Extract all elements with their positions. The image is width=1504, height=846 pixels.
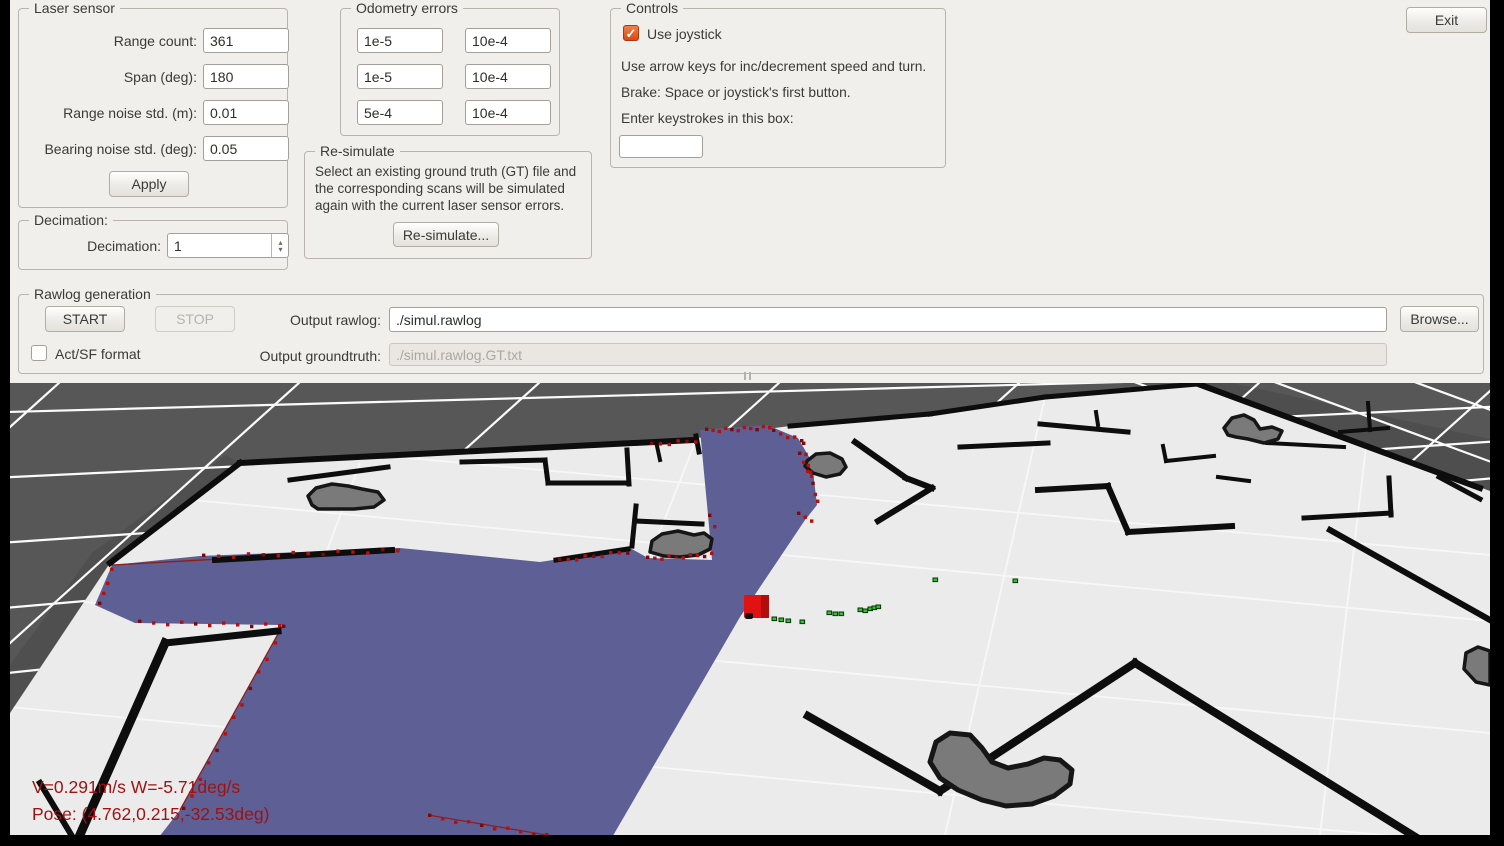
output-groundtruth-label: Output groundtruth: [219,348,381,364]
resimulate-group: Re-simulate Select an existing ground tr… [304,151,592,259]
controls-instruction-2: Brake: Space or joystick's first button. [621,85,851,100]
span-label: Span (deg): [23,69,197,85]
controls-title: Controls [621,0,683,17]
decimation-group: Decimation: Decimation: ▴ ▾ [18,220,288,270]
browse-button[interactable]: Browse... [1400,306,1479,332]
odometry-error-field-1[interactable] [357,28,443,53]
use-joystick-checkbox[interactable]: ✓ [623,25,639,41]
hud-velocity-text: V=0.291m/s W=-5.71deg/s [32,777,240,797]
apply-button[interactable]: Apply [109,171,189,197]
hud-pose-text: Pose: (4.762,0.215,-32.53deg) [32,804,269,824]
controls-instruction-1: Use arrow keys for inc/decrement speed a… [621,59,926,74]
spinner-down-icon[interactable]: ▾ [278,246,282,253]
laser-sensor-group: Laser sensor Range count: Span (deg): Ra… [18,8,288,208]
controls-instruction-3: Enter keystrokes in this box: [621,111,794,126]
bearing-noise-label: Bearing noise std. (deg): [23,141,197,157]
exit-button[interactable]: Exit [1406,7,1487,33]
obstacle-blob [650,531,712,557]
span-field[interactable] [203,64,289,89]
odometry-errors-title: Odometry errors [351,0,463,17]
odometry-error-field-2[interactable] [465,28,551,53]
odometry-error-field-6[interactable] [465,100,551,125]
odometry-error-field-3[interactable] [357,64,443,89]
actsf-format-label[interactable]: Act/SF format [55,346,141,362]
resimulate-button[interactable]: Re-simulate... [393,222,499,247]
simulation-3d-view[interactable]: V=0.291m/s W=-5.71deg/s Pose: (4.762,0.2… [10,383,1490,835]
output-groundtruth-field [389,343,1387,366]
rawlog-generation-group: Rawlog generation START STOP Output rawl… [18,294,1484,374]
odometry-errors-group: Odometry errors [340,8,560,136]
controls-group: Controls ✓ Use joystick Use arrow keys f… [610,8,946,168]
range-noise-label: Range noise std. (m): [23,105,197,121]
robot-wheel [745,613,753,619]
output-rawlog-field[interactable] [389,307,1387,332]
use-joystick-label[interactable]: Use joystick [647,26,722,42]
decimation-title: Decimation: [29,212,113,229]
check-icon: ✓ [626,26,637,41]
bearing-noise-field[interactable] [203,136,289,161]
range-noise-field[interactable] [203,100,289,125]
odometry-error-field-5[interactable] [357,100,443,125]
rawlog-generation-title: Rawlog generation [29,286,156,303]
actsf-format-checkbox[interactable] [31,345,47,361]
output-rawlog-label: Output rawlog: [239,312,381,328]
resimulate-title: Re-simulate [315,143,400,160]
keystroke-input[interactable] [619,135,703,158]
decimation-label: Decimation: [23,238,161,254]
splitter-grip[interactable] [738,372,756,380]
range-count-field[interactable] [203,28,289,53]
robot [744,595,769,619]
start-button[interactable]: START [45,306,125,332]
stop-button[interactable]: STOP [155,306,235,332]
range-count-label: Range count: [23,33,197,49]
spinner-arrows[interactable]: ▴ ▾ [271,234,289,257]
odometry-error-field-4[interactable] [465,64,551,89]
laser-sensor-title: Laser sensor [29,0,120,17]
simulator-window: Laser sensor Range count: Span (deg): Ra… [10,0,1490,846]
resimulate-description: Select an existing ground truth (GT) fil… [315,163,583,214]
settings-panel: Laser sensor Range count: Span (deg): Ra… [10,0,1490,384]
